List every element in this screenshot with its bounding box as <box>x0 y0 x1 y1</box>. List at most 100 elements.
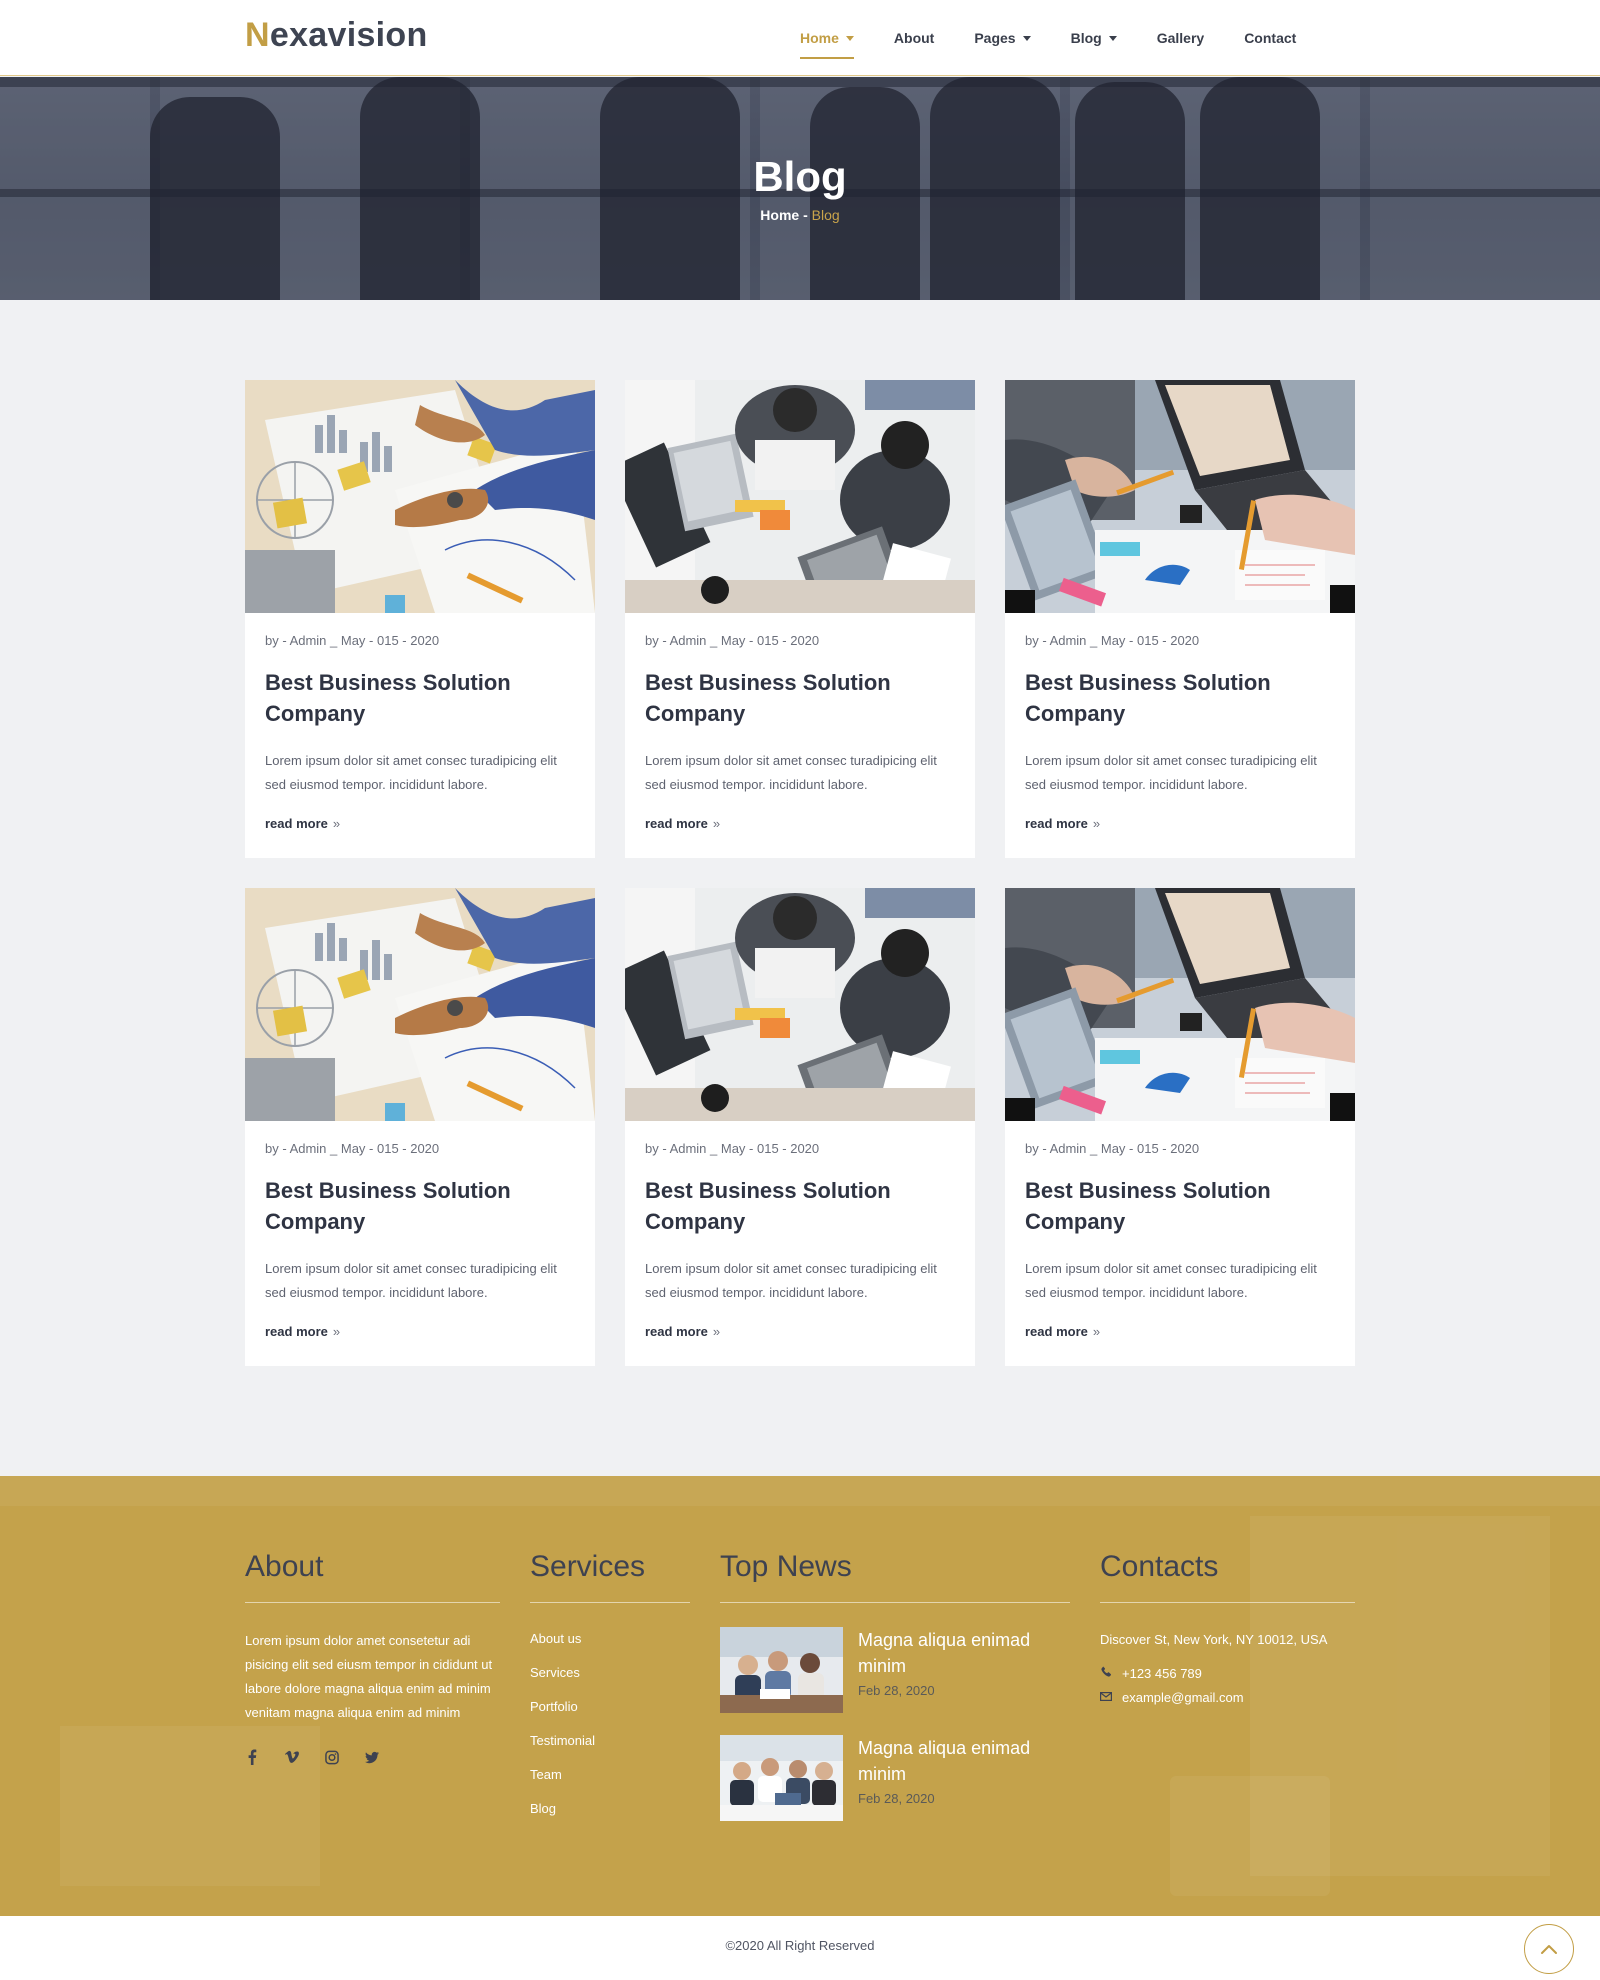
contact-address: Discover St, New York, NY 10012, USA <box>1100 1629 1355 1649</box>
read-more-link[interactable]: read more » <box>645 1324 720 1339</box>
facebook-icon[interactable] <box>245 1749 259 1765</box>
envelope-icon <box>1100 1690 1113 1704</box>
nav-item-home[interactable]: Home <box>780 0 874 76</box>
double-chevron-right-icon: » <box>712 816 721 831</box>
nav-item-blog[interactable]: Blog <box>1051 0 1137 76</box>
news-date: Feb 28, 2020 <box>858 1791 935 1806</box>
vimeo-icon[interactable] <box>285 1749 299 1765</box>
contact-address-text: Discover St, New York, NY 10012, USA <box>1100 1631 1328 1647</box>
twitter-icon[interactable] <box>365 1749 379 1765</box>
breadcrumb-home[interactable]: Home <box>760 207 799 223</box>
news-thumbnail[interactable] <box>720 1627 843 1713</box>
footer-bg-shape <box>1170 1776 1330 1896</box>
post-title[interactable]: Best Business Solution Company <box>645 1175 955 1237</box>
post-meta: by - Admin _ May - 015 - 2020 <box>265 1141 440 1156</box>
double-chevron-right-icon: » <box>332 816 341 831</box>
post-title[interactable]: Best Business Solution Company <box>265 667 575 729</box>
footer-heading: Services <box>530 1550 646 1583</box>
news-title[interactable]: Magna aliqua enimad minim <box>858 1627 1058 1679</box>
blog-card: by - Admin _ May - 015 - 2020 Best Busin… <box>1005 888 1355 1366</box>
blog-card-image[interactable] <box>625 888 975 1121</box>
footer-link[interactable]: Services <box>530 1663 690 1697</box>
post-excerpt: Lorem ipsum dolor sit amet consec turadi… <box>1025 1261 1317 1300</box>
main-nav: Home About Pages Blog Gallery Contact <box>780 0 1316 76</box>
caret-down-icon <box>845 36 854 41</box>
contact-email[interactable]: example@gmail.com <box>1100 1687 1355 1707</box>
blog-grid: by - Admin _ May - 015 - 2020 Best Busin… <box>245 380 1355 1366</box>
nav-item-gallery[interactable]: Gallery <box>1137 0 1224 76</box>
nav-label: Home <box>800 30 839 46</box>
read-more-link[interactable]: read more » <box>265 816 340 831</box>
read-more-link[interactable]: read more » <box>265 1324 340 1339</box>
double-chevron-right-icon: » <box>1092 1324 1101 1339</box>
footer-link[interactable]: Testimonial <box>530 1731 690 1765</box>
copyright-text: ©2020 All Right Reserved <box>725 1938 875 1953</box>
footer-about: About Lorem ipsum dolor amet consetetur … <box>245 1550 500 1765</box>
nav-label: Blog <box>1070 30 1102 46</box>
double-chevron-right-icon: » <box>332 1324 341 1339</box>
post-meta: by - Admin _ May - 015 - 2020 <box>1025 1141 1200 1156</box>
news-title[interactable]: Magna aliqua enimad minim <box>858 1735 1058 1787</box>
blog-card: by - Admin _ May - 015 - 2020 Best Busin… <box>625 380 975 858</box>
post-excerpt: Lorem ipsum dolor sit amet consec turadi… <box>1025 753 1317 792</box>
read-more-label: read more <box>1025 1324 1088 1339</box>
news-thumbnail[interactable] <box>720 1735 843 1821</box>
read-more-label: read more <box>265 1324 328 1339</box>
blog-card: by - Admin _ May - 015 - 2020 Best Busin… <box>1005 380 1355 858</box>
logo-accent-letter: N <box>245 16 270 54</box>
footer-bg-shape <box>0 1476 1600 1506</box>
chevron-up-icon <box>1540 1944 1558 1955</box>
social-links <box>245 1749 500 1765</box>
post-title[interactable]: Best Business Solution Company <box>1025 667 1335 729</box>
footer-link[interactable]: Team <box>530 1765 690 1799</box>
contact-email-text: example@gmail.com <box>1122 1689 1244 1705</box>
nav-item-pages[interactable]: Pages <box>954 0 1050 76</box>
breadcrumb-separator: - <box>799 207 812 223</box>
post-excerpt: Lorem ipsum dolor sit amet consec turadi… <box>645 1261 937 1300</box>
footer-contacts: Contacts Discover St, New York, NY 10012… <box>1100 1550 1355 1707</box>
footer-divider <box>245 1602 500 1603</box>
blog-card: by - Admin _ May - 015 - 2020 Best Busin… <box>245 888 595 1366</box>
instagram-icon[interactable] <box>325 1749 339 1765</box>
nav-item-about[interactable]: About <box>874 0 954 76</box>
footer-link[interactable]: About us <box>530 1629 690 1663</box>
footer-link[interactable]: Blog <box>530 1799 690 1833</box>
blog-card-image[interactable] <box>625 380 975 613</box>
footer-link[interactable]: Portfolio <box>530 1697 690 1731</box>
nav-item-contact[interactable]: Contact <box>1224 0 1316 76</box>
brand-logo[interactable]: Nexavision <box>245 16 428 55</box>
footer-divider <box>1100 1602 1355 1603</box>
contact-phone-text: +123 456 789 <box>1122 1665 1202 1681</box>
post-title[interactable]: Best Business Solution Company <box>645 667 955 729</box>
read-more-link[interactable]: read more » <box>645 816 720 831</box>
post-meta: by - Admin _ May - 015 - 2020 <box>265 633 440 648</box>
blog-card: by - Admin _ May - 015 - 2020 Best Busin… <box>245 380 595 858</box>
post-title[interactable]: Best Business Solution Company <box>265 1175 575 1237</box>
read-more-label: read more <box>645 816 708 831</box>
site-header: Nexavision Home About Pages Blog Gallery… <box>0 0 1600 76</box>
caret-down-icon <box>1022 36 1031 41</box>
blog-card-image[interactable] <box>245 888 595 1121</box>
post-title[interactable]: Best Business Solution Company <box>1025 1175 1335 1237</box>
post-excerpt: Lorem ipsum dolor sit amet consec turadi… <box>265 1261 557 1300</box>
news-date: Feb 28, 2020 <box>858 1683 935 1698</box>
news-item: Magna aliqua enimad minim Feb 28, 2020 <box>720 1627 1070 1713</box>
page-banner: Blog Home - Blog <box>0 77 1600 300</box>
scroll-to-top-button[interactable] <box>1524 1924 1574 1974</box>
blog-card-image[interactable] <box>1005 888 1355 1121</box>
blog-card-image[interactable] <box>1005 380 1355 613</box>
read-more-link[interactable]: read more » <box>1025 816 1100 831</box>
blog-card-image[interactable] <box>245 380 595 613</box>
nav-label: Gallery <box>1156 30 1205 46</box>
phone-icon <box>1100 1666 1112 1680</box>
blog-card: by - Admin _ May - 015 - 2020 Best Busin… <box>625 888 975 1366</box>
copyright-bar: ©2020 All Right Reserved <box>0 1916 1600 1980</box>
caret-down-icon <box>1108 36 1117 41</box>
footer-service-list: About us Services Portfolio Testimonial … <box>530 1629 690 1833</box>
nav-label: About <box>893 30 935 46</box>
footer-divider <box>720 1602 1070 1603</box>
contact-phone[interactable]: +123 456 789 <box>1100 1663 1355 1683</box>
read-more-link[interactable]: read more » <box>1025 1324 1100 1339</box>
footer-top-news: Top News Magna aliqua enimad minim Feb 2… <box>720 1550 1070 1821</box>
read-more-label: read more <box>265 816 328 831</box>
